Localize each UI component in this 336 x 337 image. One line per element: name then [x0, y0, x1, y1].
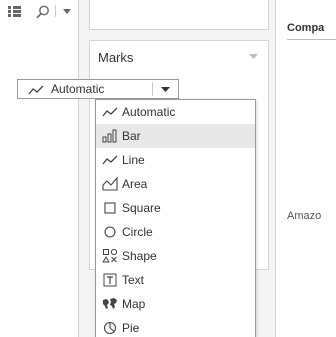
menu-item-label: Shape — [122, 249, 157, 263]
menu-item-text[interactable]: Text — [96, 268, 255, 292]
menu-item-map[interactable]: Map — [96, 292, 255, 316]
dropdown-caret-icon[interactable] — [63, 9, 71, 14]
shelf-card — [89, 0, 269, 30]
line-chart-icon — [102, 155, 118, 165]
column-header: Compa — [287, 22, 336, 40]
column-header-label: Compa — [287, 22, 325, 34]
menu-item-pie[interactable]: Pie — [96, 316, 255, 337]
menu-item-square[interactable]: Square — [96, 196, 255, 220]
square-icon — [104, 202, 116, 214]
search-icon[interactable] — [36, 5, 50, 19]
bar-chart-icon — [102, 129, 117, 143]
menu-item-label: Square — [122, 201, 161, 215]
menu-item-label: Circle — [122, 225, 153, 239]
select-separator — [152, 82, 153, 96]
toolbar-separator — [55, 5, 56, 17]
menu-item-label: Text — [122, 273, 145, 287]
menu-item-line[interactable]: Line — [96, 148, 255, 172]
menu-item-shape[interactable]: Shape — [96, 244, 255, 268]
menu-item-label: Map — [122, 297, 146, 311]
list-view-icon[interactable] — [8, 6, 21, 17]
menu-item-circle[interactable]: Circle — [96, 220, 255, 244]
mark-type-menu: Automatic Bar Line Area Square Circle Sh… — [95, 99, 256, 337]
mark-type-selected-label: Automatic — [51, 82, 105, 96]
marks-card-title: Marks — [98, 50, 134, 65]
menu-item-label: Bar — [122, 129, 141, 143]
menu-item-bar[interactable]: Bar — [96, 124, 255, 148]
menu-item-area[interactable]: Area — [96, 172, 255, 196]
mark-type-select[interactable]: Automatic — [17, 79, 179, 99]
menu-item-label: Line — [122, 153, 145, 167]
area-chart-icon — [102, 176, 118, 191]
circle-icon — [104, 226, 116, 238]
menu-item-label: Pie — [122, 321, 140, 335]
automatic-line-icon — [28, 85, 44, 95]
shape-icon — [102, 248, 118, 263]
chevron-down-icon[interactable] — [249, 54, 258, 59]
map-icon — [103, 298, 117, 309]
pie-icon — [103, 321, 117, 335]
automatic-line-icon — [102, 107, 118, 117]
menu-item-label: Area — [122, 177, 148, 191]
chevron-down-icon[interactable] — [161, 87, 170, 92]
text-icon — [103, 273, 117, 287]
menu-item-label: Automatic — [122, 105, 176, 119]
menu-item-automatic[interactable]: Automatic — [96, 100, 255, 124]
row-label: Amazo — [287, 210, 322, 222]
